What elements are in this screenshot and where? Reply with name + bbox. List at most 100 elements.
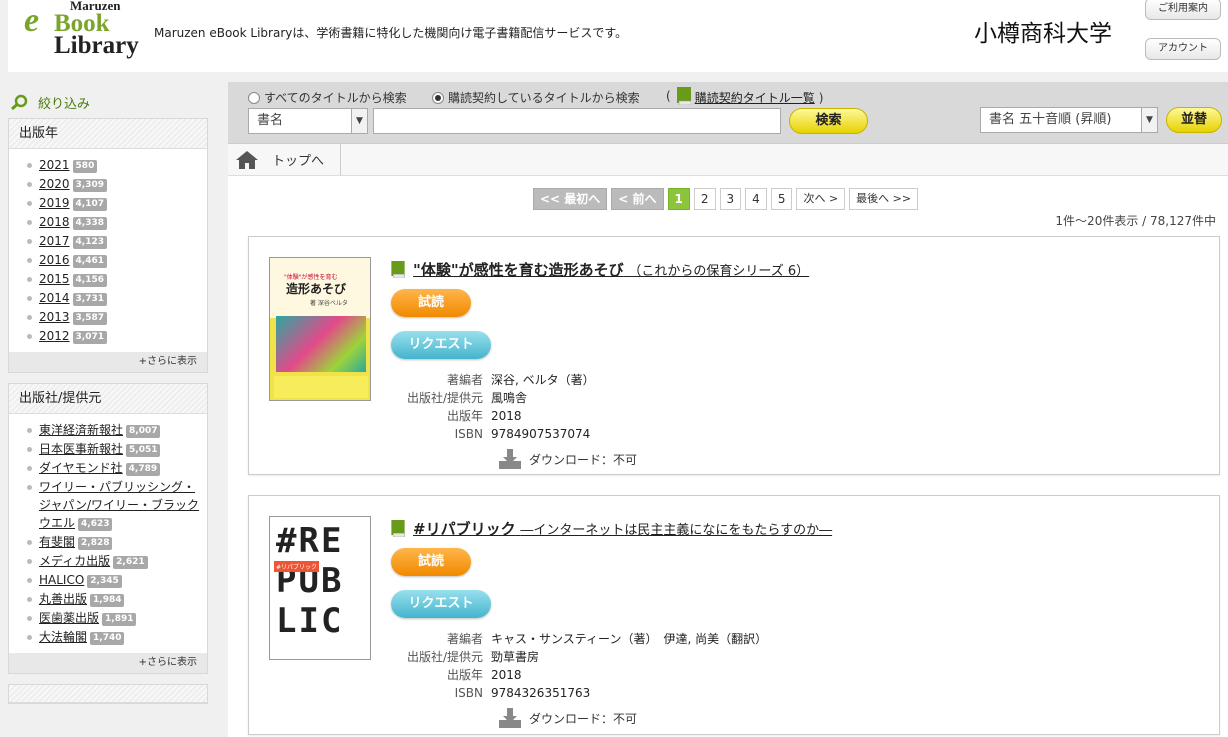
main-content: すべてのタイトルから検索 購読契約しているタイトルから検索 ( 購読契約タイトル… xyxy=(228,82,1228,737)
prev-page-button[interactable]: < 前へ xyxy=(611,188,664,210)
book-isbn: 9784326351763 xyxy=(491,686,591,700)
filter-link[interactable]: 大法輪閣 xyxy=(39,630,87,644)
count-badge: 4,123 xyxy=(72,236,108,249)
book-cover[interactable]: #RE PUB LIC #リパブリック xyxy=(269,516,371,660)
filter-link[interactable]: ワイリー・パブリッシング・ジャパン/ワイリー・ブラックウエル xyxy=(39,480,199,530)
filter-item[interactable]: 2016 4,461 xyxy=(25,251,203,269)
last-page-button[interactable]: 最後へ >> xyxy=(849,188,919,210)
filter-link[interactable]: 日本医事新報社 xyxy=(39,442,123,456)
filter-item[interactable]: 2014 3,731 xyxy=(25,289,203,307)
count-badge: 4,338 xyxy=(72,217,108,230)
filter-item[interactable]: ダイヤモンド社 4,789 xyxy=(25,459,203,477)
next-page-button[interactable]: 次へ > xyxy=(796,188,846,210)
filter-link[interactable]: 2019 xyxy=(39,196,70,210)
filter-item[interactable]: 2018 4,338 xyxy=(25,213,203,231)
filter-link[interactable]: 医歯薬出版 xyxy=(39,611,99,625)
filter-item[interactable]: ワイリー・パブリッシング・ジャパン/ワイリー・ブラックウエル 4,623 xyxy=(25,478,203,532)
page-3[interactable]: 3 xyxy=(719,188,742,210)
radio-button[interactable] xyxy=(248,91,260,104)
filter-item[interactable]: 2015 4,156 xyxy=(25,270,203,288)
filter-item[interactable]: 2021 580 xyxy=(25,156,203,174)
filter-item[interactable]: 大法輪閣 1,740 xyxy=(25,628,203,646)
cover-text-line: #RE xyxy=(276,521,344,561)
request-button[interactable]: リクエスト xyxy=(391,590,491,618)
publisher-panel-title: 出版社/提供元 xyxy=(9,384,207,414)
filter-link[interactable]: 2013 xyxy=(39,310,70,324)
filter-item[interactable]: 2020 3,309 xyxy=(25,175,203,193)
page-2[interactable]: 2 xyxy=(693,188,716,210)
year-more-link[interactable]: +さらに表示 xyxy=(9,352,207,372)
trial-read-button[interactable]: 試読 xyxy=(391,548,471,576)
book-icon xyxy=(391,261,405,278)
search-button[interactable]: 検索 xyxy=(789,108,868,134)
download-status: ダウンロード：不可 xyxy=(499,449,637,469)
publisher-more-link[interactable]: +さらに表示 xyxy=(9,653,207,673)
filter-link[interactable]: 2012 xyxy=(39,329,70,343)
filter-link[interactable]: 2016 xyxy=(39,253,70,267)
filter-link[interactable]: 2015 xyxy=(39,272,70,286)
filter-link[interactable]: 東洋経済新報社 xyxy=(39,423,123,437)
year-panel-title: 出版年 xyxy=(9,119,207,149)
filter-link[interactable]: 丸善出版 xyxy=(39,592,87,606)
search-input[interactable] xyxy=(373,108,781,134)
book-title-link[interactable]: "体験"が感性を育む造形あそび （これからの保育シリーズ 6） xyxy=(413,259,809,280)
book-cover[interactable]: "体験"が感性を育む 造形あそび 著 深谷ベルタ xyxy=(269,257,371,401)
count-badge: 1,984 xyxy=(90,594,125,607)
filter-item[interactable]: 有斐閣 2,828 xyxy=(25,533,203,551)
filter-item[interactable]: 東洋経済新報社 8,007 xyxy=(25,421,203,439)
first-page-button[interactable]: << 最初へ xyxy=(533,188,608,210)
filter-item[interactable]: 日本医事新報社 5,051 xyxy=(25,440,203,458)
header: Maruzen e Book Library Maruzen eBook Lib… xyxy=(8,0,1228,72)
filter-link[interactable]: 2021 xyxy=(39,158,70,172)
filter-item[interactable]: 2012 3,071 xyxy=(25,327,203,345)
search-field-select[interactable]: 書名 ▼ xyxy=(248,108,368,134)
sort-select[interactable]: 書名 五十音順 (昇順) ▼ xyxy=(980,107,1158,133)
count-badge: 3,071 xyxy=(72,331,108,344)
download-status: ダウンロード：不可 xyxy=(499,708,637,728)
book-year: 2018 xyxy=(491,409,522,423)
page-4[interactable]: 4 xyxy=(745,188,767,210)
search-icon xyxy=(10,94,28,110)
count-badge: 1,891 xyxy=(102,613,137,626)
filter-link[interactable]: 2018 xyxy=(39,215,70,229)
count-badge: 4,623 xyxy=(78,518,113,531)
tagline: Maruzen eBook Libraryは、学術書籍に特化した機関向け電子書籍… xyxy=(154,26,628,40)
filter-item[interactable]: 丸善出版 1,984 xyxy=(25,590,203,608)
filter-link[interactable]: メディカ出版 xyxy=(39,554,110,568)
radio-button-selected[interactable] xyxy=(432,91,444,104)
trial-read-button[interactable]: 試読 xyxy=(391,289,471,317)
filter-item[interactable]: 2019 4,107 xyxy=(25,194,203,212)
book-publisher: 風鳴舎 xyxy=(491,391,528,405)
sort-button[interactable]: 並替 xyxy=(1166,107,1222,133)
guide-button[interactable]: ご利用案内 xyxy=(1145,0,1221,20)
radio-all-titles[interactable]: すべてのタイトルから検索 xyxy=(248,89,407,106)
filter-link[interactable]: 2014 xyxy=(39,291,70,305)
filter-link[interactable]: HALICO xyxy=(39,573,84,587)
count-badge: 2,345 xyxy=(87,575,122,588)
filter-link[interactable]: 有斐閣 xyxy=(39,535,75,549)
filter-item[interactable]: 医歯薬出版 1,891 xyxy=(25,609,203,627)
request-button[interactable]: リクエスト xyxy=(391,331,491,359)
ebook-library-logo[interactable]: Maruzen e Book Library xyxy=(24,0,139,66)
filter-item[interactable]: 2017 4,123 xyxy=(25,232,203,250)
filter-link[interactable]: 2020 xyxy=(39,177,70,191)
breadcrumb: トップへ xyxy=(228,144,1228,176)
filter-item[interactable]: メディカ出版 2,621 xyxy=(25,552,203,570)
home-link[interactable]: トップへ xyxy=(228,144,342,175)
book-author: 深谷, ベルタ（著） xyxy=(491,373,595,387)
filter-item[interactable]: 2013 3,587 xyxy=(25,308,203,326)
page-5[interactable]: 5 xyxy=(770,188,793,210)
subscribed-list-link[interactable]: 購読契約タイトル一覧 xyxy=(695,89,815,106)
download-icon xyxy=(499,449,521,469)
page-1[interactable]: 1 xyxy=(667,188,690,210)
radio-subscribed-titles[interactable]: 購読契約しているタイトルから検索 xyxy=(432,89,640,106)
filter-link[interactable]: ダイヤモンド社 xyxy=(39,461,123,475)
publisher-panel: 出版社/提供元 東洋経済新報社 8,007 日本医事新報社 5,051 ダイヤモンド社 4… xyxy=(8,383,208,674)
book-isbn: 9784907537074 xyxy=(491,427,591,441)
account-button[interactable]: アカウント xyxy=(1145,38,1221,60)
filter-link[interactable]: 2017 xyxy=(39,234,70,248)
book-icon xyxy=(676,86,691,105)
book-title-link[interactable]: #リパブリック ―インターネットは民主主義になにをもたらすのか― xyxy=(413,518,832,539)
filter-item[interactable]: HALICO 2,345 xyxy=(25,571,203,589)
count-badge: 580 xyxy=(72,160,98,173)
